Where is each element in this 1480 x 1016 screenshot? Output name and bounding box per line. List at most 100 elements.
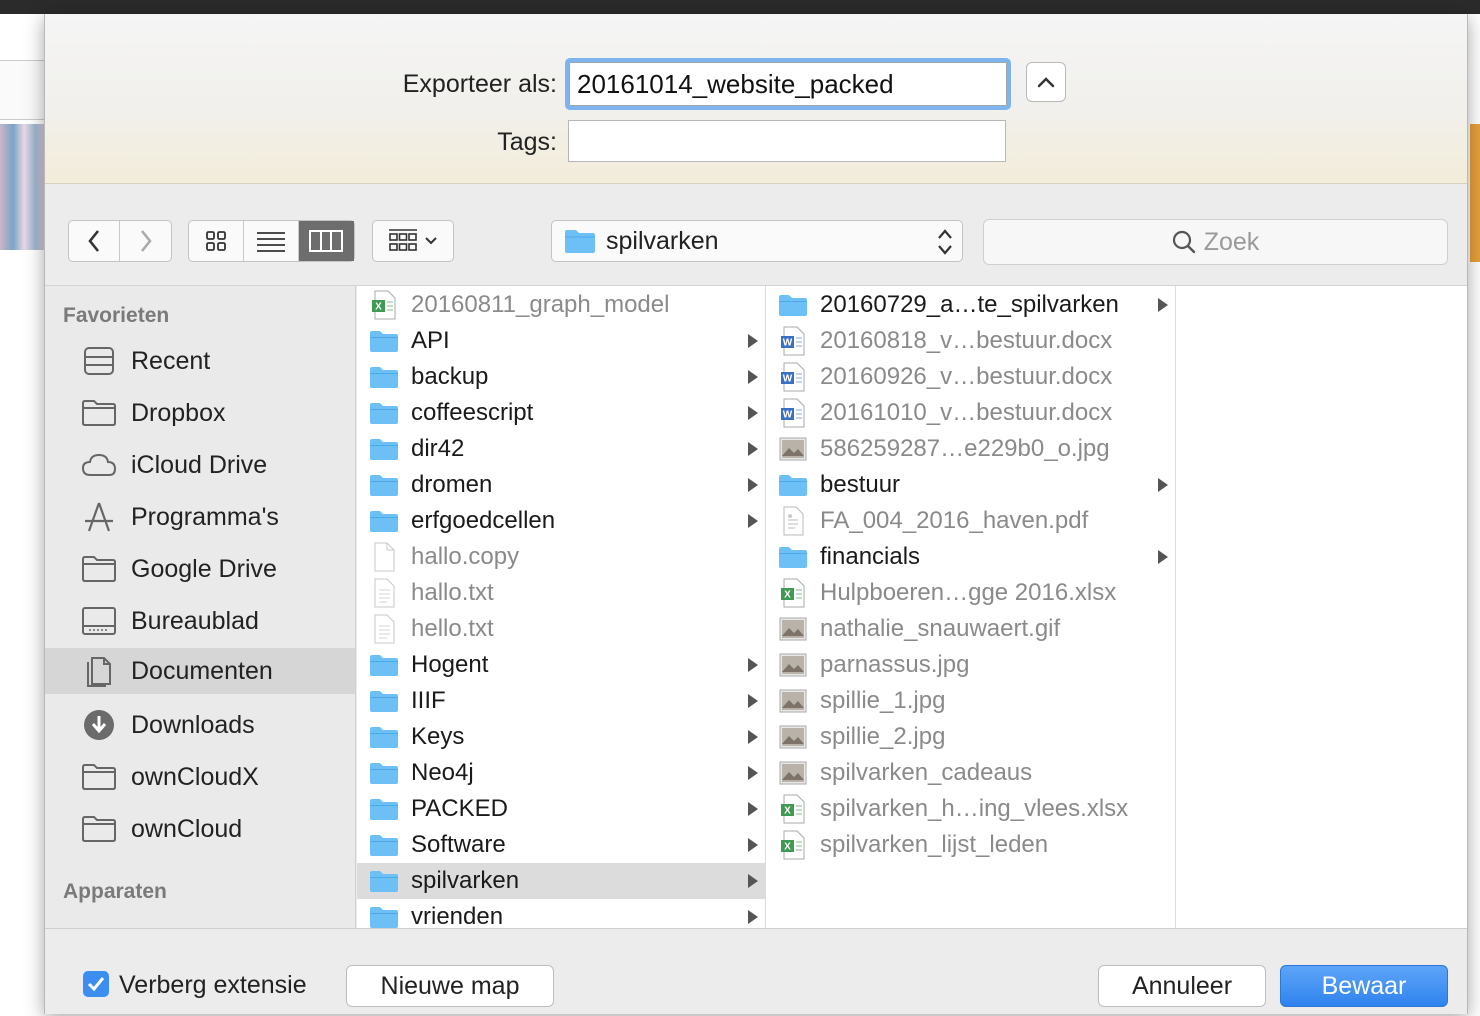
chevron-up-icon <box>1037 77 1055 88</box>
folder-row[interactable]: Neo4j <box>357 755 765 791</box>
folder-icon <box>778 470 808 500</box>
folder-row[interactable]: backup <box>357 359 765 395</box>
column-view-button[interactable] <box>299 221 354 261</box>
desktop-icon <box>81 605 117 637</box>
file-name: spilvarken_h…ing_vlees.xlsx <box>820 795 1129 822</box>
folder-row[interactable]: Hogent <box>357 647 765 683</box>
sidebar-item-label: Documenten <box>131 656 273 685</box>
checkmark-icon <box>87 977 105 992</box>
sidebar-item-documents[interactable]: Documenten <box>45 648 355 694</box>
folder-row[interactable]: API <box>357 323 765 359</box>
file-row[interactable]: X Hulpboeren…gge 2016.xlsx <box>766 575 1175 611</box>
back-button[interactable] <box>69 221 121 261</box>
folder-icon <box>81 397 117 429</box>
collapse-dialog-button[interactable] <box>1026 62 1066 102</box>
chevron-left-icon <box>88 230 100 252</box>
file-row[interactable]: spillie_1.jpg <box>766 683 1175 719</box>
file-row[interactable]: X 20160811_graph_model <box>357 287 765 323</box>
forward-button[interactable] <box>120 221 171 261</box>
search-field[interactable]: Zoek <box>983 219 1448 265</box>
location-popup[interactable]: spilvarken <box>551 220 963 262</box>
column-view-icon <box>309 230 344 252</box>
list-view-button[interactable] <box>244 221 299 261</box>
sidebar-item-dropbox[interactable]: Dropbox <box>45 390 355 436</box>
folder-icon <box>81 813 117 845</box>
image-file-icon <box>778 614 808 644</box>
file-name: Software <box>411 831 506 858</box>
file-row[interactable]: W 20160818_v…bestuur.docx <box>766 323 1175 359</box>
folder-row[interactable]: IIIF <box>357 683 765 719</box>
svg-text:W: W <box>783 410 793 421</box>
svg-text:X: X <box>375 302 382 313</box>
icon-view-button[interactable] <box>189 221 244 261</box>
arrange-button[interactable] <box>372 220 454 262</box>
file-row[interactable]: hello.txt <box>357 611 765 647</box>
file-row[interactable]: W 20160926_v…bestuur.docx <box>766 359 1175 395</box>
folder-row[interactable]: erfgoedcellen <box>357 503 765 539</box>
tags-input[interactable] <box>568 120 1006 162</box>
background-window-left <box>0 14 44 1016</box>
sidebar-item-icloud-drive[interactable]: iCloud Drive <box>45 442 355 488</box>
folder-row[interactable]: PACKED <box>357 791 765 827</box>
chevron-down-icon <box>425 237 437 245</box>
pdf-file-icon <box>778 506 808 536</box>
file-name: IIIF <box>411 687 446 714</box>
svg-text:X: X <box>784 842 791 853</box>
disclosure-triangle-icon <box>747 369 759 390</box>
recent-icon <box>81 345 117 377</box>
file-name: dir42 <box>411 435 465 462</box>
file-name: parnassus.jpg <box>820 651 970 678</box>
cancel-button[interactable]: Annuleer <box>1098 965 1266 1007</box>
devices-header: Apparaten <box>63 880 167 903</box>
sidebar-item-recent[interactable]: Recent <box>45 338 355 384</box>
file-name: Hogent <box>411 651 489 678</box>
folder-row[interactable]: spilvarken <box>357 863 765 899</box>
sidebar-item-downloads[interactable]: Downloads <box>45 702 355 748</box>
sidebar-item-applications[interactable]: Programma's <box>45 494 355 540</box>
file-row[interactable]: nathalie_snauwaert.gif <box>766 611 1175 647</box>
sidebar-item-desktop[interactable]: Bureaublad <box>45 598 355 644</box>
folder-row[interactable]: coffeescript <box>357 395 765 431</box>
folder-row[interactable]: dromen <box>357 467 765 503</box>
folder-row[interactable]: Software <box>357 827 765 863</box>
file-row[interactable]: W 20161010_v…bestuur.docx <box>766 395 1175 431</box>
hide-extension-checkbox[interactable] <box>83 971 109 997</box>
file-row[interactable]: spilvarken_cadeaus <box>766 755 1175 791</box>
save-button[interactable]: Bewaar <box>1280 965 1448 1007</box>
xlsx-file-icon: X <box>778 578 808 608</box>
sidebar: Favorieten Recent Dropbox iCloud Drive P… <box>45 286 356 928</box>
export-as-input[interactable] <box>565 58 1011 110</box>
file-name: bestuur <box>820 471 901 498</box>
save-dialog: Exporteer als: Tags: <box>44 14 1468 1014</box>
background-window-titlebar <box>0 0 1480 14</box>
folder-icon <box>369 362 399 392</box>
disclosure-triangle-icon <box>1157 549 1169 570</box>
folder-row[interactable]: vrienden <box>357 899 765 928</box>
sidebar-item-owncloudx[interactable]: ownCloudX <box>45 754 355 800</box>
folder-row[interactable]: bestuur <box>766 467 1175 503</box>
xlsx-file-icon: X <box>778 830 808 860</box>
image-file-icon <box>778 650 808 680</box>
file-row[interactable]: Xspilvarken_lijst_leden <box>766 827 1175 863</box>
file-row[interactable]: Xspilvarken_h…ing_vlees.xlsx <box>766 791 1175 827</box>
sidebar-item-owncloud[interactable]: ownCloud <box>45 806 355 852</box>
hide-extension-label[interactable]: Verberg extensie <box>119 971 307 1000</box>
disclosure-triangle-icon <box>747 657 759 678</box>
folder-row[interactable]: 20160729_a…te_spilvarken <box>766 287 1175 323</box>
sidebar-item-google-drive[interactable]: Google Drive <box>45 546 355 592</box>
file-row[interactable]: parnassus.jpg <box>766 647 1175 683</box>
folder-row[interactable]: Keys <box>357 719 765 755</box>
folder-row[interactable]: financials <box>766 539 1175 575</box>
file-row[interactable]: spillie_2.jpg <box>766 719 1175 755</box>
file-row[interactable]: hallo.copy <box>357 539 765 575</box>
disclosure-triangle-icon <box>1157 297 1169 318</box>
file-row[interactable]: 586259287…e229b0_o.jpg <box>766 431 1175 467</box>
new-folder-button[interactable]: Nieuwe map <box>346 965 554 1007</box>
file-name: dromen <box>411 471 493 498</box>
file-row[interactable]: FA_004_2016_haven.pdf <box>766 503 1175 539</box>
file-name: spillie_1.jpg <box>820 687 946 714</box>
folder-row[interactable]: dir42 <box>357 431 765 467</box>
folder-icon <box>369 686 399 716</box>
file-row[interactable]: hallo.txt <box>357 575 765 611</box>
view-mode-control <box>188 220 355 262</box>
